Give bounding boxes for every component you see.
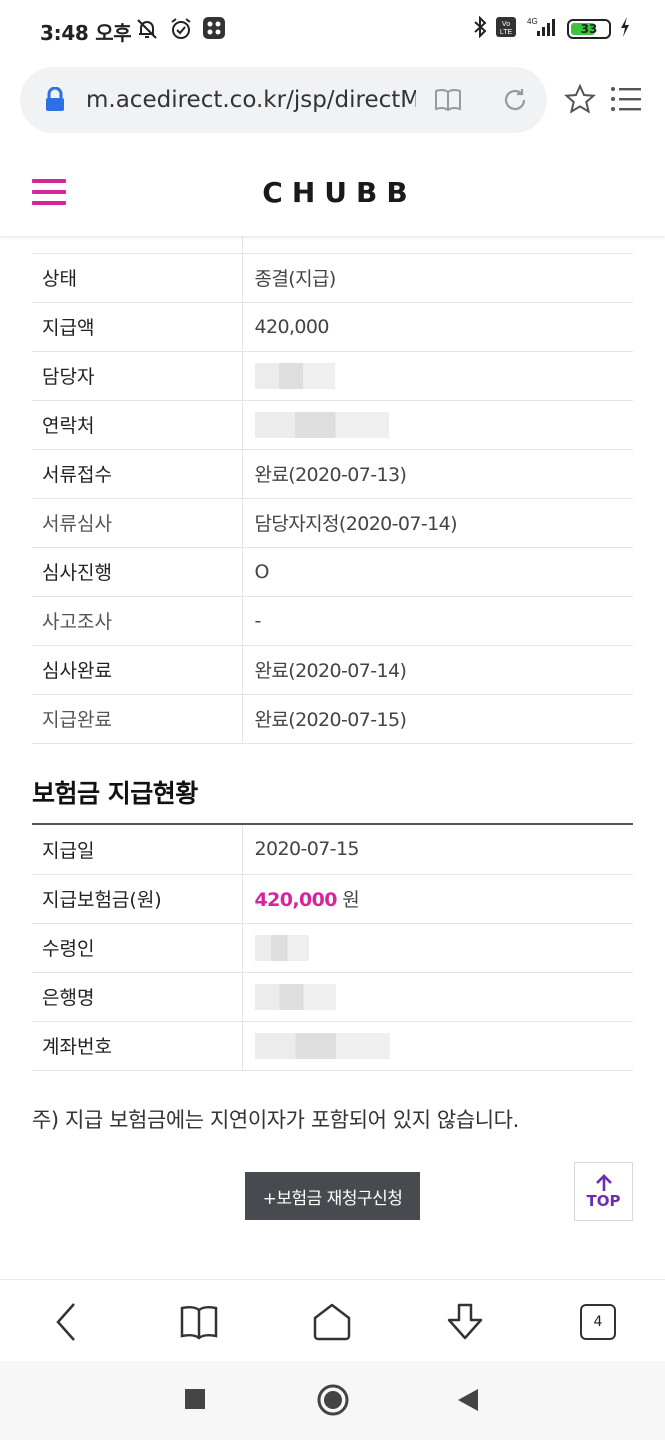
scroll-top-button[interactable]: TOP — [574, 1162, 633, 1221]
top-label: TOP — [586, 1191, 621, 1210]
row-label: 서류심사 — [32, 498, 243, 548]
back-icon[interactable] — [44, 1300, 88, 1344]
home-icon[interactable] — [310, 1300, 354, 1344]
android-nav-bar — [0, 1361, 665, 1440]
redacted-block — [254, 1032, 390, 1059]
redacted-block — [254, 934, 309, 961]
row-value: - — [242, 596, 633, 646]
table-row: 지급완료 완료(2020-07-15) — [32, 694, 633, 744]
row-value: 완료(2020-07-13) — [242, 449, 633, 499]
row-label: 담당자 — [32, 351, 243, 401]
bank-blurred — [242, 972, 633, 1022]
row-label: 상태 — [32, 253, 243, 303]
table-row: 사고조사 - — [32, 596, 633, 646]
row-value: O — [242, 547, 633, 597]
bluetooth-icon — [473, 15, 487, 42]
row-label: 사고조사 — [32, 596, 243, 646]
row-value: 2020-07-15 — [242, 825, 633, 875]
table-row: 상태 종결(지급) — [32, 253, 633, 303]
row-label: 지급액 — [32, 302, 243, 352]
status-bar: 3:48 오후 Vo LTE 4G 33 — [0, 0, 665, 62]
status-time: 3:48 오후 — [40, 21, 132, 45]
row-value: 종결(지급) — [242, 253, 633, 303]
redacted-block — [254, 411, 389, 438]
table-row: 지급일 2020-07-15 — [32, 825, 633, 875]
charging-icon — [619, 16, 631, 42]
home-circle-icon[interactable] — [317, 1384, 349, 1420]
tabs-button[interactable]: 4 — [576, 1300, 620, 1344]
row-label: 심사완료 — [32, 645, 243, 695]
payment-amount: 420,000 — [254, 889, 338, 911]
bookmarks-book-icon[interactable] — [177, 1300, 221, 1344]
recipient-blurred — [242, 923, 633, 973]
row-value: 420,000 — [242, 302, 633, 352]
mute-notification-icon — [134, 16, 160, 46]
table-row: 심사완료 완료(2020-07-14) — [32, 645, 633, 695]
table-row: 계좌번호 — [32, 1021, 633, 1071]
row-label: 지급일 — [32, 825, 243, 875]
table-row: 심사진행 O — [32, 547, 633, 597]
redacted-block — [254, 983, 336, 1010]
tabs-count: 4 — [580, 1304, 616, 1340]
row-value: 담당자지정(2020-07-14) — [242, 498, 633, 548]
browser-menu-icon[interactable] — [610, 85, 642, 117]
manager-blurred — [242, 351, 633, 401]
contact-blurred — [242, 400, 633, 450]
svg-text:Vo: Vo — [502, 21, 510, 28]
reload-icon[interactable] — [500, 85, 530, 119]
row-label: 지급완료 — [32, 694, 243, 744]
browser-address-row: m.acedirect.co.kr/jsp/directM — [0, 62, 665, 144]
claim-status-table: 상태 종결(지급) 지급액 420,000 담당자 연락처 서류접수 완료(20… — [32, 236, 633, 744]
table-row: 수령인 — [32, 923, 633, 973]
row-label: 심사진행 — [32, 547, 243, 597]
row-label: 서류접수 — [32, 449, 243, 499]
reclaim-button[interactable]: +보험금 재청구신청 — [245, 1172, 420, 1220]
svg-text:LTE: LTE — [500, 29, 513, 36]
row-label: 지급보험금(원) — [32, 874, 243, 924]
recent-apps-icon[interactable] — [184, 1388, 206, 1414]
account-blurred — [242, 1021, 633, 1071]
row-value: 완료(2020-07-14) — [242, 645, 633, 695]
back-triangle-icon[interactable] — [457, 1388, 479, 1416]
table-row: 은행명 — [32, 972, 633, 1022]
row-label: 계좌번호 — [32, 1021, 243, 1071]
url-text[interactable]: m.acedirect.co.kr/jsp/directM — [86, 87, 416, 113]
site-header: CHUBB — [0, 144, 665, 236]
table-row: 서류접수 완료(2020-07-13) — [32, 449, 633, 499]
calculator-app-icon — [202, 16, 226, 46]
table-row: 서류심사 담당자지정(2020-07-14) — [32, 498, 633, 548]
currency-unit: 원 — [342, 889, 360, 911]
reader-mode-icon[interactable] — [433, 85, 463, 119]
volte-icon: Vo LTE — [495, 16, 517, 42]
chubb-logo[interactable]: CHUBB — [0, 176, 665, 209]
table-row: 지급액 420,000 — [32, 302, 633, 352]
battery-icon: 33 — [567, 19, 611, 39]
lock-icon — [44, 86, 66, 117]
payment-table: 지급일 2020-07-15 지급보험금(원) 420,000 원 수령인 은행… — [32, 823, 633, 1071]
table-row: 지급보험금(원) 420,000 원 — [32, 874, 633, 924]
redacted-block — [254, 362, 335, 389]
bookmark-star-icon[interactable] — [564, 83, 596, 119]
row-label: 연락처 — [32, 400, 243, 450]
table-row: 담당자 — [32, 351, 633, 401]
browser-toolbar: 4 — [0, 1279, 665, 1361]
row-value: 완료(2020-07-15) — [242, 694, 633, 744]
arrow-up-icon — [595, 1173, 612, 1191]
clipped-row — [32, 236, 633, 254]
row-label: 수령인 — [32, 923, 243, 973]
signal-4g-icon: 4G — [525, 16, 559, 42]
download-icon[interactable] — [443, 1300, 487, 1344]
payment-section-title: 보험금 지급현황 — [32, 779, 198, 808]
svg-text:4G: 4G — [527, 17, 538, 26]
payment-amount-cell: 420,000 원 — [242, 874, 633, 924]
table-row: 연락처 — [32, 400, 633, 450]
alarm-icon — [168, 16, 194, 46]
interest-notice: 주) 지급 보험금에는 지연이자가 포함되어 있지 않습니다. — [32, 1108, 519, 1132]
address-bar[interactable]: m.acedirect.co.kr/jsp/directM — [20, 67, 547, 133]
row-label: 은행명 — [32, 972, 243, 1022]
